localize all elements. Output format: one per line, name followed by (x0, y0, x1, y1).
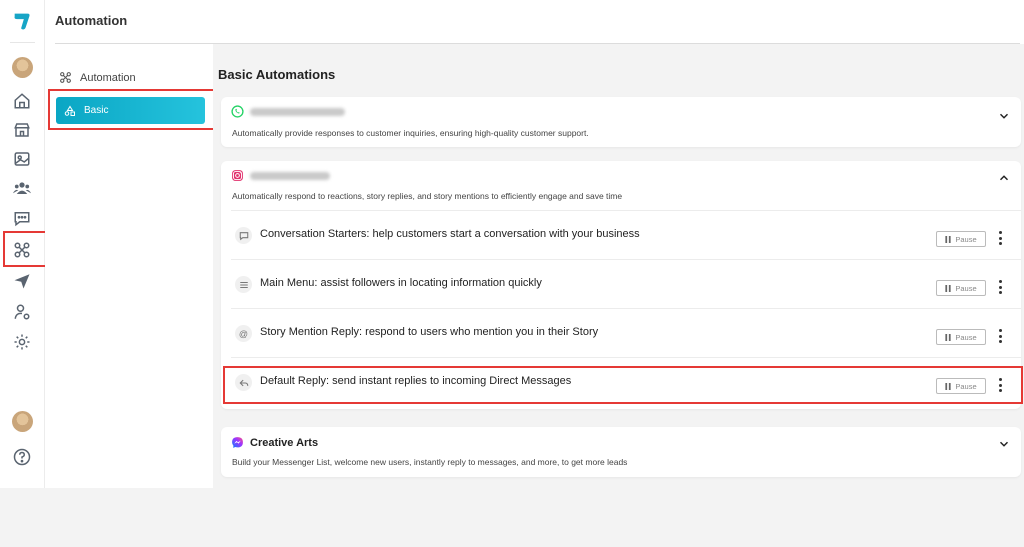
card-title: Creative Arts (250, 436, 319, 449)
logo-icon[interactable] (11, 10, 33, 32)
redacted-name (250, 171, 330, 180)
pause-button[interactable]: Pause (936, 378, 986, 394)
divider (10, 42, 35, 43)
at-icon: @ (235, 325, 252, 342)
whatsapp-icon (231, 105, 244, 118)
card-header: Creative Arts (231, 436, 318, 449)
left-rail (0, 0, 45, 488)
card-description: Build your Messenger List, welcome new u… (232, 457, 628, 467)
gear-icon[interactable] (12, 332, 32, 352)
pause-label: Pause (955, 381, 977, 391)
pause-label: Pause (955, 234, 977, 244)
more-options-icon[interactable] (997, 280, 1003, 294)
pause-icon (945, 284, 951, 292)
automation-row[interactable]: Default Reply: send instant replies to i… (231, 357, 1021, 406)
pause-label: Pause (955, 332, 977, 342)
store-icon[interactable] (12, 120, 32, 140)
automation-icon (60, 72, 71, 83)
subnav-item-automation[interactable]: Automation (59, 71, 136, 84)
home-icon[interactable] (12, 91, 32, 111)
chevron-down-icon[interactable] (997, 109, 1011, 123)
user-settings-icon[interactable] (12, 302, 32, 322)
more-options-icon[interactable] (997, 378, 1003, 392)
page-title: Automation (55, 13, 128, 28)
card-header (231, 105, 345, 118)
automation-card-instagram: Automatically respond to reactions, stor… (221, 161, 1021, 409)
help-icon[interactable] (12, 447, 32, 467)
automation-row[interactable]: @ Story Mention Reply: respond to users … (231, 308, 1021, 357)
pause-label: Pause (955, 283, 977, 293)
row-label: Conversation Starters: help customers st… (260, 228, 640, 240)
send-icon[interactable] (12, 271, 32, 291)
subnav-item-basic[interactable]: Basic (56, 97, 205, 124)
card-description: Automatically respond to reactions, stor… (232, 191, 623, 201)
pause-button[interactable]: Pause (936, 329, 986, 345)
chevron-down-icon[interactable] (997, 437, 1011, 451)
avatar[interactable] (12, 411, 33, 432)
main-content: Basic Automations Automatically provide … (213, 44, 1024, 547)
pause-button[interactable]: Pause (936, 231, 986, 247)
avatar[interactable] (12, 57, 33, 78)
image-icon[interactable] (12, 149, 32, 169)
instagram-icon (232, 170, 243, 181)
chat-bubble-icon (235, 227, 252, 244)
messenger-icon (232, 437, 243, 448)
more-options-icon[interactable] (997, 231, 1003, 245)
automation-icon[interactable] (12, 240, 32, 260)
automation-row[interactable]: Main Menu: assist followers in locating … (231, 259, 1021, 308)
redacted-name (250, 107, 345, 116)
more-options-icon[interactable] (997, 329, 1003, 343)
users-icon[interactable] (12, 178, 32, 198)
card-header[interactable] (231, 169, 330, 182)
pause-button[interactable]: Pause (936, 280, 986, 296)
automation-card-messenger[interactable]: Creative Arts Build your Messenger List,… (221, 427, 1021, 477)
automation-row[interactable]: Conversation Starters: help customers st… (231, 210, 1021, 259)
row-label: Default Reply: send instant replies to i… (260, 375, 572, 387)
row-label: Story Mention Reply: respond to users wh… (260, 326, 599, 338)
chevron-up-icon[interactable] (997, 171, 1011, 185)
section-title: Basic Automations (218, 67, 336, 82)
automation-card-whatsapp[interactable]: Automatically provide responses to custo… (221, 97, 1021, 147)
pause-icon (945, 333, 951, 341)
subnav-item-label: Automation (80, 71, 136, 84)
page-header: Automation (45, 0, 1024, 44)
reply-icon (235, 374, 252, 391)
card-description: Automatically provide responses to custo… (232, 128, 589, 138)
menu-icon (235, 276, 252, 293)
row-label: Main Menu: assist followers in locating … (260, 277, 542, 289)
pause-icon (945, 235, 951, 243)
sub-navigation: Automation Basic (45, 44, 213, 488)
pause-icon (945, 382, 951, 390)
chat-icon[interactable] (12, 208, 32, 228)
subnav-item-label: Basic (84, 105, 109, 116)
shapes-icon (64, 105, 75, 116)
